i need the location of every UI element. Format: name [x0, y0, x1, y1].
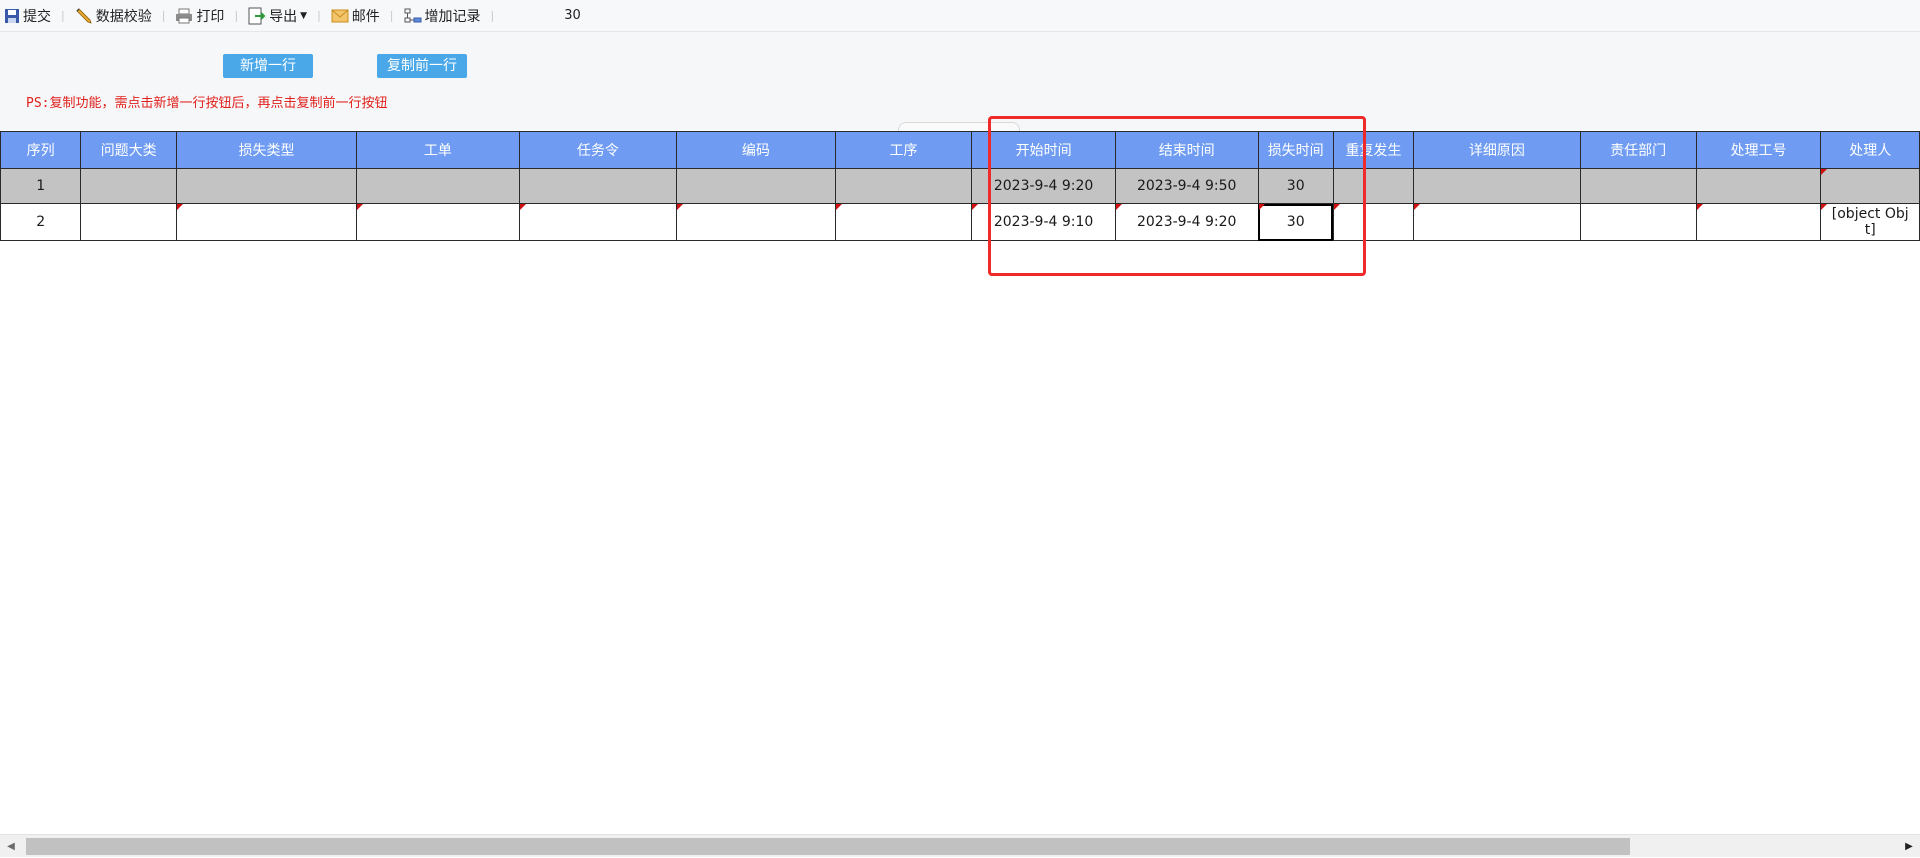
mail-button[interactable]: 邮件: [327, 4, 384, 28]
cell-code[interactable]: [676, 203, 836, 241]
printer-icon: [176, 8, 193, 23]
col-header-loss-time[interactable]: 损失时间: [1257, 131, 1334, 169]
toolbar-separator: |: [61, 9, 65, 22]
col-header-seq[interactable]: 序列: [0, 131, 82, 169]
cell-work-order[interactable]: [356, 203, 520, 241]
cell-process[interactable]: [834, 168, 973, 204]
horizontal-scrollbar[interactable]: ◀ ▶: [0, 834, 1920, 857]
cell-task-order[interactable]: [518, 203, 678, 241]
grid-header-row: 序列 问题大类 损失类型 工单 任务令 编码 工序 开始时间 结束时间 损失时间…: [0, 131, 1920, 169]
cell-end-time[interactable]: 2023-9-4 9:20: [1114, 203, 1259, 241]
toolbar-separator: |: [490, 9, 495, 22]
validate-button[interactable]: 数据校验: [71, 4, 156, 28]
cell-problem-category[interactable]: [80, 203, 178, 241]
table-row: 2 2023-9-4 9:10 2023-9-4 9:20 30 [object…: [0, 203, 1920, 241]
toolbar-separator: |: [389, 9, 394, 22]
add-record-button[interactable]: 增加记录: [400, 4, 485, 28]
scrollbar-thumb[interactable]: [26, 838, 1630, 855]
record-counter: 30: [564, 8, 581, 23]
cell-handler[interactable]: [1820, 168, 1920, 204]
col-header-handler[interactable]: 处理人: [1820, 131, 1920, 169]
col-header-process[interactable]: 工序: [834, 131, 973, 169]
col-header-end-time[interactable]: 结束时间: [1114, 131, 1259, 169]
submit-label: 提交: [23, 8, 51, 25]
toolbar-separator: |: [317, 9, 321, 22]
cell-loss-type[interactable]: [176, 203, 358, 241]
cell-detailed-reason[interactable]: [1413, 168, 1581, 204]
toolbar-separator: |: [234, 9, 239, 22]
mail-label: 邮件: [351, 8, 380, 25]
cell-responsible-dept[interactable]: [1579, 168, 1697, 204]
cell-start-time[interactable]: 2023-9-4 9:20: [971, 168, 1116, 204]
cell-loss-time[interactable]: 30: [1257, 203, 1334, 241]
add-record-label: 增加记录: [424, 8, 481, 25]
cell-detailed-reason[interactable]: [1413, 203, 1581, 241]
export-label: 导出: [269, 8, 298, 25]
col-header-detailed-reason[interactable]: 详细原因: [1413, 131, 1581, 169]
col-header-problem-category[interactable]: 问题大类: [80, 131, 178, 169]
cell-handler-id[interactable]: [1695, 168, 1822, 204]
cell-recurrence[interactable]: [1332, 203, 1415, 241]
envelope-icon: [331, 9, 349, 22]
toolbar-separator: |: [161, 9, 166, 22]
save-icon: [5, 8, 19, 23]
export-icon: [248, 7, 266, 24]
add-row-button[interactable]: 新增一行: [223, 54, 313, 78]
col-header-start-time[interactable]: 开始时间: [971, 131, 1116, 169]
cell-seq[interactable]: 2: [0, 203, 82, 241]
print-label: 打印: [196, 8, 225, 25]
cell-problem-category[interactable]: [80, 168, 178, 204]
pencil-icon: [76, 7, 92, 24]
validate-label: 数据校验: [95, 8, 152, 25]
col-header-loss-type[interactable]: 损失类型: [176, 131, 358, 169]
toolbar: 提交 | 数据校验 | 打印 | 导出 ▼ | 邮件 | 增加记录 | 30: [0, 0, 1920, 32]
caret-down-icon: ▼: [300, 10, 308, 21]
export-button[interactable]: 导出 ▼: [244, 4, 311, 28]
cell-loss-type[interactable]: [176, 168, 358, 204]
cell-code[interactable]: [676, 168, 836, 204]
loss-record-grid: 序列 问题大类 损失类型 工单 任务令 编码 工序 开始时间 结束时间 损失时间…: [0, 131, 1920, 241]
add-record-icon: [404, 8, 422, 22]
table-row: 1 2023-9-4 9:20 2023-9-4 9:50 30: [0, 168, 1920, 204]
cell-work-order[interactable]: [356, 168, 520, 204]
cell-end-time[interactable]: 2023-9-4 9:50: [1114, 168, 1259, 204]
scroll-right-icon[interactable]: ▶: [1900, 835, 1918, 857]
cell-handler-id[interactable]: [1695, 203, 1822, 241]
cell-task-order[interactable]: [518, 168, 678, 204]
cell-process[interactable]: [834, 203, 973, 241]
copy-hint-note: PS:复制功能，需点击新增一行按钮后，再点击复制前一行按钮: [26, 96, 388, 111]
col-header-code[interactable]: 编码: [676, 131, 836, 169]
cell-start-time[interactable]: 2023-9-4 9:10: [971, 203, 1116, 241]
print-button[interactable]: 打印: [171, 4, 228, 28]
cell-handler[interactable]: [object Obj t]: [1820, 203, 1920, 241]
col-header-recurrence[interactable]: 重复发生: [1332, 131, 1415, 169]
scroll-left-icon[interactable]: ◀: [2, 835, 20, 857]
cell-seq[interactable]: 1: [0, 168, 82, 204]
action-panel: [0, 32, 1920, 130]
col-header-work-order[interactable]: 工单: [356, 131, 520, 169]
col-header-responsible-dept[interactable]: 责任部门: [1579, 131, 1697, 169]
col-header-task-order[interactable]: 任务令: [518, 131, 678, 169]
cell-responsible-dept[interactable]: [1579, 203, 1697, 241]
col-header-handler-id[interactable]: 处理工号: [1695, 131, 1822, 169]
cell-recurrence[interactable]: [1332, 168, 1415, 204]
copy-previous-row-button[interactable]: 复制前一行: [377, 54, 467, 78]
cell-loss-time[interactable]: 30: [1257, 168, 1334, 204]
submit-button[interactable]: 提交: [0, 4, 55, 28]
